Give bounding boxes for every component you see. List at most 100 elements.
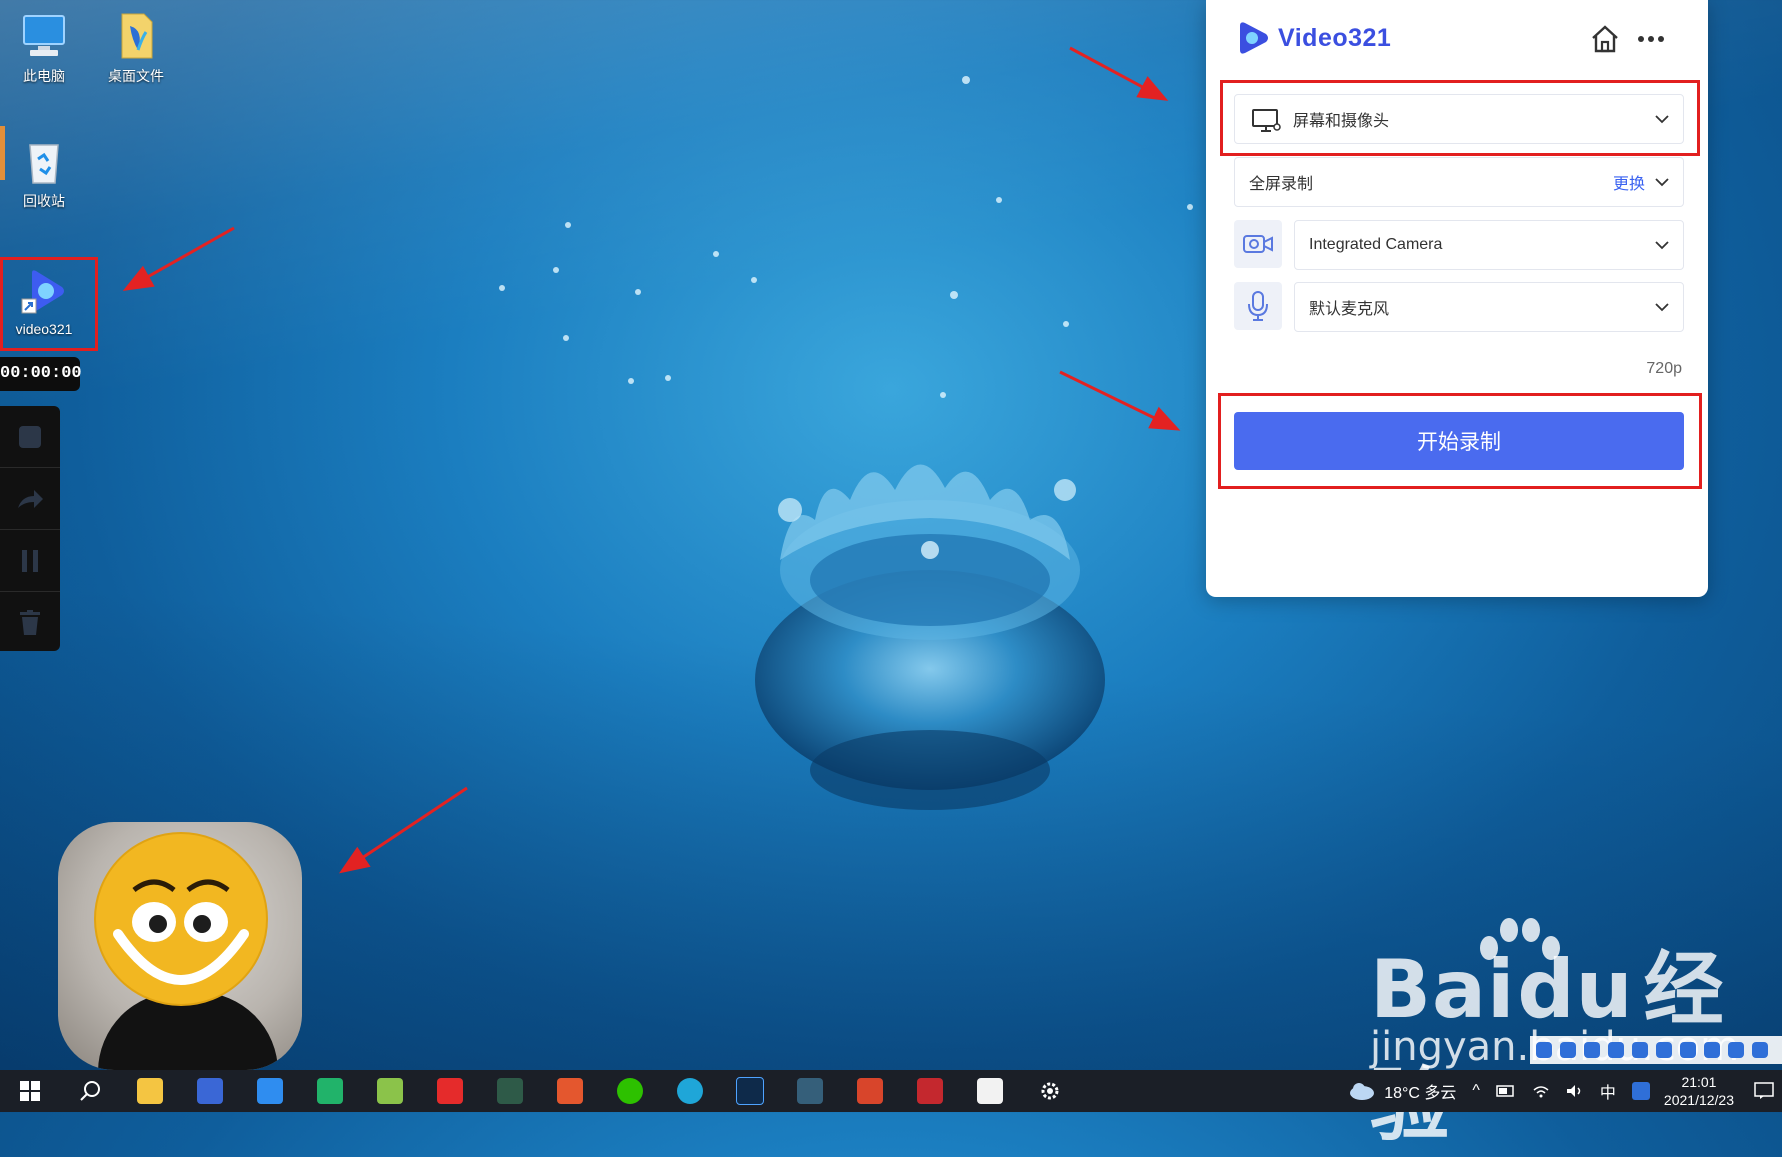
taskbar-app-editor[interactable] <box>240 1070 300 1112</box>
wifi-icon[interactable] <box>1532 1084 1550 1098</box>
floppy-icon <box>197 1078 223 1104</box>
desktop-icon-folder[interactable]: 桌面文件 <box>94 10 178 86</box>
tray-mini-icon[interactable] <box>1632 1042 1648 1058</box>
image-viewer-icon <box>377 1078 403 1104</box>
taskbar-app-download[interactable] <box>780 1070 840 1112</box>
highlight-frame-start-button <box>1218 393 1702 489</box>
stop-button[interactable] <box>0 406 60 468</box>
mic-toggle[interactable] <box>1234 282 1282 330</box>
pause-icon <box>22 549 38 572</box>
stop-icon <box>19 425 41 448</box>
taskbar-app-explorer[interactable] <box>120 1070 180 1112</box>
ime-indicator[interactable]: 中 <box>1600 1079 1616 1103</box>
desktop-icon-label: 桌面文件 <box>108 68 164 84</box>
tray-mini-icon[interactable] <box>1704 1042 1720 1058</box>
search-icon <box>80 1081 100 1101</box>
taskbar-app-save[interactable] <box>180 1070 240 1112</box>
edge-icon <box>677 1078 703 1104</box>
taskbar-search[interactable] <box>60 1070 120 1112</box>
camera-toggle[interactable] <box>1234 220 1282 268</box>
share-icon <box>18 489 43 508</box>
taskbar-app-mindmap[interactable] <box>300 1070 360 1112</box>
desktop-icon-recycle-bin[interactable]: 回收站 <box>2 135 86 211</box>
highlight-frame-desktop-icon <box>0 257 98 351</box>
taskbar-app-settings[interactable] <box>1020 1070 1080 1112</box>
user-app-icon[interactable] <box>1631 1082 1650 1100</box>
recording-toolbar <box>0 406 60 651</box>
camera-select[interactable]: Integrated Camera <box>1294 220 1684 270</box>
tray-mini-icon[interactable] <box>1560 1042 1576 1058</box>
office-icon <box>557 1078 583 1104</box>
video321-panel: Video321 屏幕和摄像头 全屏录制 更换 Integrated Camer… <box>1206 0 1708 597</box>
delete-button[interactable] <box>0 592 60 653</box>
home-icon <box>1592 25 1618 53</box>
taskbar-app-office[interactable] <box>540 1070 600 1112</box>
download-app-icon <box>797 1078 823 1104</box>
xmind-icon <box>317 1078 343 1104</box>
folder-icon <box>110 10 162 62</box>
volume-icon[interactable] <box>1566 1084 1584 1098</box>
battery-icon[interactable] <box>1496 1085 1516 1097</box>
brand-name: Video321 <box>1278 23 1392 52</box>
taskbar-app-notes[interactable] <box>960 1070 1020 1112</box>
desktop-icon-computer[interactable]: 此电脑 <box>2 10 86 86</box>
wechat-icon <box>617 1078 643 1104</box>
clock-time: 21:01 <box>1681 1074 1717 1090</box>
tray-mini-icon[interactable] <box>1752 1042 1768 1058</box>
notification-icon[interactable] <box>1754 1082 1774 1100</box>
more-button[interactable] <box>1634 22 1668 56</box>
wallpaper-splash <box>755 464 1105 810</box>
capture-area-label: 全屏录制 <box>1249 176 1314 193</box>
office-alt-icon <box>857 1078 883 1104</box>
baidu-paw-icon <box>1480 918 1560 960</box>
chevron-down-icon[interactable] <box>1655 177 1669 187</box>
clock-date: 2021/12/23 <box>1663 1092 1734 1108</box>
taskbar-app-office2[interactable] <box>840 1070 900 1112</box>
pause-button[interactable] <box>0 530 60 592</box>
taskbar-app-edge[interactable] <box>660 1070 720 1112</box>
tray-mini-icon[interactable] <box>1608 1042 1624 1058</box>
brand: Video321 <box>1236 20 1391 56</box>
tray-mini-icon[interactable] <box>1536 1042 1552 1058</box>
taskbar-app-youdao[interactable] <box>420 1070 480 1112</box>
windows-logo-icon <box>20 1081 40 1101</box>
capture-area-row: 全屏录制 更换 <box>1234 157 1684 207</box>
tray-mini-icon[interactable] <box>1656 1042 1672 1058</box>
smiley-emoji-icon <box>94 832 268 1006</box>
mic-select[interactable]: 默认麦克风 <box>1294 282 1684 332</box>
taskbar-app-image[interactable] <box>360 1070 420 1112</box>
pen-app-icon <box>257 1078 283 1104</box>
tray-mini-icon[interactable] <box>1728 1042 1744 1058</box>
tray-mini-icon[interactable] <box>1680 1042 1696 1058</box>
highlight-frame-source-select <box>1220 80 1700 156</box>
chevron-up-icon[interactable]: ^ <box>1472 1082 1480 1100</box>
camera-icon <box>1243 235 1273 253</box>
webcam-preview[interactable] <box>58 822 302 1070</box>
start-button[interactable] <box>0 1070 60 1112</box>
lightroom-icon <box>736 1077 764 1105</box>
file-explorer-icon <box>137 1078 163 1104</box>
system-tray: 18°C 多云 ^ 中 21:01 2021/12/23 <box>1348 1070 1782 1112</box>
taskbar-app-media[interactable] <box>480 1070 540 1112</box>
taskbar: 18°C 多云 ^ 中 21:01 2021/12/23 <box>0 1070 1782 1112</box>
clock[interactable]: 21:01 2021/12/23 <box>1664 1073 1734 1109</box>
mic-select-value: 默认麦克风 <box>1309 301 1390 318</box>
home-button[interactable] <box>1588 22 1622 56</box>
taskbar-app-lightroom[interactable] <box>720 1070 780 1112</box>
wps-icon <box>917 1078 943 1104</box>
taskbar-app-wechat[interactable] <box>600 1070 660 1112</box>
chevron-down-icon <box>1655 241 1669 250</box>
change-area-link[interactable]: 更换 <box>1613 170 1645 194</box>
weather-text[interactable]: 18°C 多云 <box>1384 1079 1456 1103</box>
tray-toolbar-strip <box>1530 1036 1782 1064</box>
recycle-bin-icon <box>18 135 70 187</box>
tray-mini-icon[interactable] <box>1584 1042 1600 1058</box>
chevron-down-icon <box>1655 303 1669 312</box>
desktop-icon-label: 此电脑 <box>23 68 65 84</box>
quality-label[interactable]: 720p <box>1646 360 1682 378</box>
taskbar-app-wps[interactable] <box>900 1070 960 1112</box>
side-indicator <box>0 126 5 180</box>
desktop-icon-label: 回收站 <box>23 193 65 209</box>
share-button[interactable] <box>0 468 60 530</box>
cloud-weather-icon <box>1350 1083 1375 1100</box>
